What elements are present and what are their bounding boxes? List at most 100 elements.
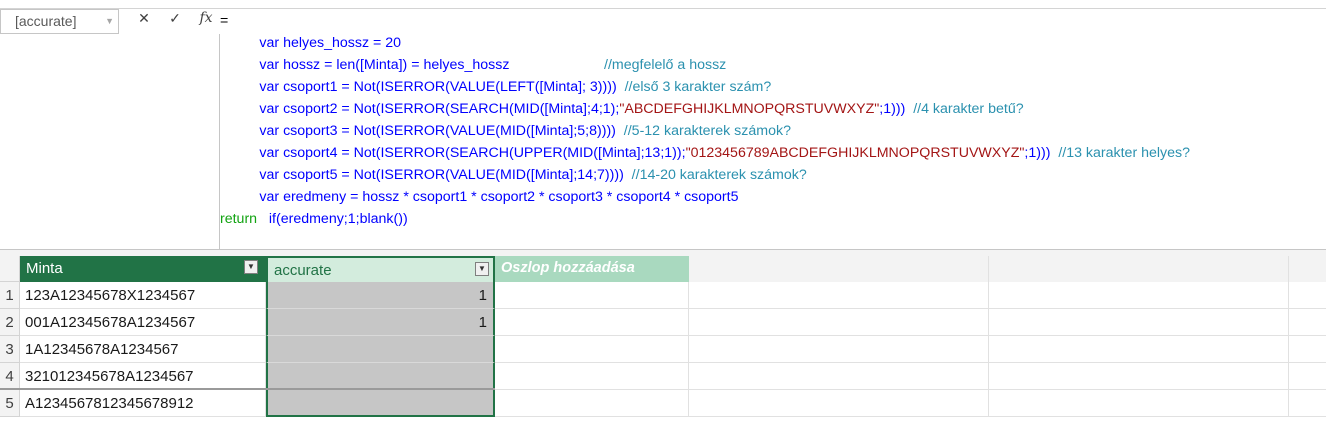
name-box-value: [accurate] [15, 13, 77, 29]
cell-empty[interactable] [495, 282, 689, 309]
formula-token: var hossz = [259, 57, 337, 73]
cell-minta[interactable]: A1234567812345678912 [20, 390, 266, 417]
cell-accurate[interactable] [266, 363, 495, 390]
column-header-label: Minta [26, 260, 63, 277]
cell-empty [1289, 309, 1326, 336]
column-header-accurate[interactable]: accurate ▼ [266, 256, 495, 282]
formula-token: //megfelelő a hossz [509, 57, 727, 73]
column-header-minta[interactable]: Minta ▼ [20, 256, 266, 282]
cell-empty[interactable] [495, 390, 689, 417]
cell-empty [989, 390, 1289, 417]
cell-minta[interactable]: 321012345678A1234567 [20, 363, 266, 390]
cell-empty [689, 363, 989, 390]
formula-token [220, 123, 259, 139]
formula-token: ;1))) [879, 101, 906, 117]
formula-token: //14-20 karakterek számok? [623, 167, 807, 183]
empty-header [689, 256, 989, 282]
formula-token: ;1))) [1024, 145, 1051, 161]
formula-token: len [336, 57, 356, 73]
table-row: 1 123A12345678X1234567 1 [0, 282, 1326, 309]
formula-token: var csoport4 = [259, 145, 354, 161]
row-number[interactable]: 1 [0, 282, 20, 309]
row-number[interactable]: 5 [0, 390, 20, 417]
row-number[interactable]: 2 [0, 309, 20, 336]
formula-token [220, 57, 259, 73]
row-separator [0, 388, 495, 390]
formula-token: Not(ISERROR(VALUE(MID([Minta];14;7)))) [353, 167, 624, 183]
filter-dropdown-icon[interactable]: ▼ [475, 262, 489, 276]
cell-empty [1289, 282, 1326, 309]
cell-accurate[interactable] [266, 336, 495, 363]
formula-token: helyes_hossz = 20 [279, 35, 401, 51]
formula-token [220, 167, 259, 183]
cell-minta[interactable]: 1A12345678A1234567 [20, 336, 266, 363]
cell-empty [989, 336, 1289, 363]
cell-empty[interactable] [495, 309, 689, 336]
cell-empty [1289, 336, 1326, 363]
cell-minta[interactable]: 001A12345678A1234567 [20, 309, 266, 336]
formula-token: Not(ISERROR(SEARCH(MID([Minta];4;1); [353, 101, 620, 117]
formula-line: var eredmeny = hossz * csoport1 * csopor… [220, 186, 1326, 208]
formula-token: var eredmeny = hossz * csoport1 * csopor… [259, 189, 739, 205]
name-box[interactable]: [accurate] ▼ [0, 9, 119, 34]
table-row: 4 321012345678A1234567 [0, 363, 1326, 390]
formula-token: //5-12 karakterek számok? [615, 123, 791, 139]
cancel-icon[interactable]: ✕ [133, 10, 155, 27]
formula-line: var csoport1 = Not(ISERROR(VALUE(LEFT([M… [220, 76, 1326, 98]
formula-token: //13 karakter helyes? [1050, 145, 1191, 161]
top-strip [0, 0, 1326, 9]
cell-accurate[interactable] [266, 390, 495, 417]
cell-empty [1289, 363, 1326, 390]
cell-empty [989, 309, 1289, 336]
chevron-down-icon[interactable]: ▼ [105, 10, 114, 33]
cell-accurate[interactable]: 1 [266, 282, 495, 309]
formula-token: "0123456789ABCDEFGHIJKLMNOPQRSTUVWXYZ" [685, 145, 1025, 161]
row-number[interactable]: 3 [0, 336, 20, 363]
formula-token: //első 3 karakter szám? [616, 79, 772, 95]
filter-dropdown-icon[interactable]: ▼ [244, 260, 258, 274]
enter-icon[interactable]: ✓ [164, 10, 186, 27]
formula-token: Not(ISERROR(VALUE(LEFT([Minta]; 3)))) [353, 79, 617, 95]
formula-line: var hossz = len([Minta]) = helyes_hossz … [220, 54, 1326, 76]
table-row: 2 001A12345678A1234567 1 [0, 309, 1326, 336]
formula-editor[interactable]: = var helyes_hossz = 20 var hossz = len(… [220, 10, 1326, 249]
column-header-label: accurate [274, 262, 332, 279]
formula-token: var [259, 35, 280, 51]
cell-empty[interactable] [495, 363, 689, 390]
formula-line: var helyes_hossz = 20 [220, 32, 1326, 54]
cell-empty [689, 282, 989, 309]
formula-token: "ABCDEFGHIJKLMNOPQRSTUVWXYZ" [619, 101, 880, 117]
formula-token [220, 79, 259, 95]
formula-token [220, 189, 259, 205]
cell-minta[interactable]: 123A12345678X1234567 [20, 282, 266, 309]
name-pane [0, 34, 220, 249]
formula-token: = [220, 13, 229, 29]
formula-token [257, 211, 269, 227]
formula-token: ([Minta]) = helyes_hossz [355, 57, 510, 73]
cell-empty [989, 282, 1289, 309]
table-row: 5 A1234567812345678912 [0, 390, 1326, 417]
insert-function-icon[interactable]: fx [195, 10, 217, 26]
formula-token [220, 101, 259, 117]
add-column-header[interactable]: Oszlop hozzáadása [495, 256, 689, 282]
formula-token: var csoport2 = [259, 101, 354, 117]
cell-empty[interactable] [495, 336, 689, 363]
formula-token: if(eredmeny;1;blank()) [268, 211, 408, 227]
data-grid: Minta ▼ accurate ▼ Oszlop hozzáadása 1 1… [0, 256, 1326, 426]
formula-token: var csoport1 = [259, 79, 354, 95]
formula-token: var csoport3 = [259, 123, 354, 139]
formula-token: return [220, 211, 258, 227]
cell-empty [689, 390, 989, 417]
formula-token: Not(ISERROR(VALUE(MID([Minta];5;8)))) [353, 123, 616, 139]
row-number[interactable]: 4 [0, 363, 20, 390]
cell-empty [1289, 390, 1326, 417]
formula-line: var csoport3 = Not(ISERROR(VALUE(MID([Mi… [220, 120, 1326, 142]
cell-accurate[interactable]: 1 [266, 309, 495, 336]
formula-line: var csoport5 = Not(ISERROR(VALUE(MID([Mi… [220, 164, 1326, 186]
formula-token: //4 karakter betű? [905, 101, 1024, 117]
formula-token [220, 145, 259, 161]
formula-line: var csoport4 = Not(ISERROR(SEARCH(UPPER(… [220, 142, 1326, 164]
select-all-corner[interactable] [0, 256, 20, 282]
formula-token: var csoport5 = [259, 167, 354, 183]
empty-header [1289, 256, 1326, 282]
